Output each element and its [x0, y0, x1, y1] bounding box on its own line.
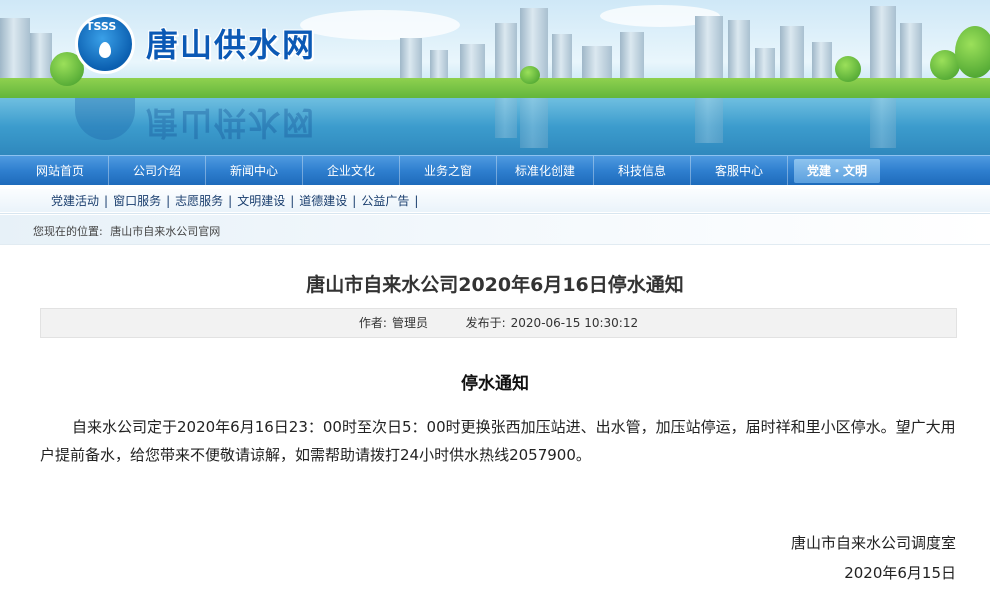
nav-item-technology[interactable]: 科技信息: [594, 156, 691, 186]
notice-body: 自来水公司定于2020年6月16日23：00时至次日5：00时更换张西加压站进、…: [40, 418, 956, 464]
subnav-item-public-ads[interactable]: 公益广告: [361, 192, 409, 209]
author: 管理员: [391, 316, 428, 330]
published-time: 2020-06-15 10:30:12: [510, 316, 639, 330]
logo-text: TSSS: [86, 20, 117, 33]
subnav-separator: |: [104, 193, 109, 208]
site-title[interactable]: 唐山供水网: [146, 20, 316, 66]
subnav-separator: |: [352, 193, 357, 208]
breadcrumb-link[interactable]: 唐山市自来水公司官网: [110, 225, 220, 238]
subnav-separator: |: [414, 193, 419, 208]
breadcrumb-label: 您现在的位置:: [33, 225, 103, 238]
nav-item-culture[interactable]: 企业文化: [303, 156, 400, 186]
nav-item-party-building[interactable]: 党建・文明: [794, 159, 880, 183]
sub-nav: 党建活动 | 窗口服务 | 志愿服务 | 文明建设 | 道德建设 | 公益广告 …: [0, 185, 990, 214]
subnav-item-morality[interactable]: 道德建设: [299, 192, 347, 209]
nav-item-news[interactable]: 新闻中心: [206, 156, 303, 186]
notice-heading: 停水通知: [461, 374, 529, 394]
subnav-separator: |: [228, 193, 233, 208]
subnav-item-window-service[interactable]: 窗口服务: [113, 192, 161, 209]
subnav-item-civilization[interactable]: 文明建设: [237, 192, 285, 209]
header-banner: TSSS 唐山供水网 唐山供水网: [0, 0, 990, 155]
breadcrumb: 您现在的位置: 唐山市自来水公司官网: [0, 215, 990, 245]
notice-date: 2020年6月15日: [844, 564, 956, 582]
notice-signature: 唐山市自来水公司调度室: [790, 534, 956, 552]
subnav-separator: |: [290, 193, 295, 208]
nav-item-business[interactable]: 业务之窗: [400, 156, 497, 186]
subnav-item-volunteer[interactable]: 志愿服务: [175, 192, 223, 209]
article-meta: 作者: 管理员 发布于: 2020-06-15 10:30:12: [40, 308, 957, 338]
subnav-item-party-activities[interactable]: 党建活动: [51, 192, 99, 209]
article-title: 唐山市自来水公司2020年6月16日停水通知: [306, 274, 684, 296]
nav-item-customer-service[interactable]: 客服中心: [691, 156, 788, 186]
nav-item-company[interactable]: 公司介绍: [109, 156, 206, 186]
subnav-separator: |: [166, 193, 171, 208]
water-drop-icon: [99, 42, 111, 58]
nav-item-home[interactable]: 网站首页: [12, 156, 109, 186]
nav-item-standardization[interactable]: 标准化创建: [497, 156, 594, 186]
author-label: 作者:: [358, 316, 387, 330]
published-label: 发布于:: [465, 316, 506, 330]
site-title-reflection: 唐山供水网: [146, 104, 317, 142]
main-nav: 网站首页 公司介绍 新闻中心 企业文化 业务之窗 标准化创建 科技信息 客服中心…: [0, 155, 990, 186]
